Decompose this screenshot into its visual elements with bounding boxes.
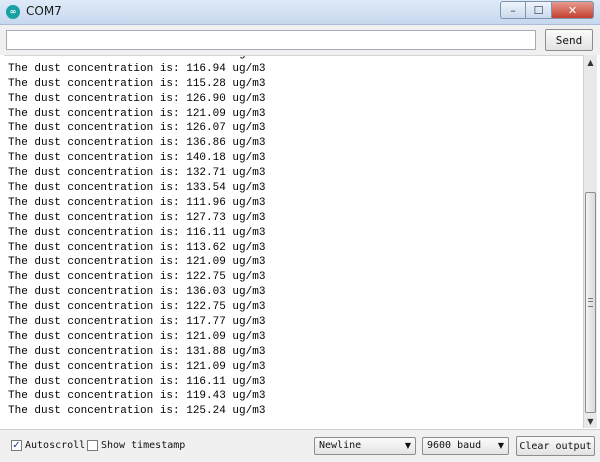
minimize-icon: – — [510, 3, 516, 17]
output-line: The dust concentration is: 126.90 ug/m3 — [8, 92, 266, 105]
minimize-button[interactable]: – — [500, 1, 526, 19]
chevron-down-icon: ▼ — [404, 441, 411, 450]
output-lines: The dust concentration is: 116.62 ug/m3T… — [8, 56, 266, 419]
baud-rate-select[interactable]: 9600 baud ▼ — [422, 437, 509, 455]
serial-input[interactable] — [6, 30, 536, 50]
output-line: The dust concentration is: 125.24 ug/m3 — [8, 405, 266, 418]
output-line: The dust concentration is: 121.09 ug/m3 — [8, 107, 266, 120]
output-line: The dust concentration is: 132.71 ug/m3 — [8, 167, 266, 180]
grip-icon — [588, 298, 593, 307]
output-line: The dust concentration is: 113.62 ug/m3 — [8, 241, 266, 254]
output-line: The dust concentration is: 117.77 ug/m3 — [8, 316, 266, 329]
output-line: The dust concentration is: 116.11 ug/m3 — [8, 375, 266, 388]
window-title: COM7 — [26, 4, 62, 18]
output-line: The dust concentration is: 140.18 ug/m3 — [8, 152, 266, 165]
output-line: The dust concentration is: 116.11 ug/m3 — [8, 226, 266, 239]
output-line: The dust concentration is: 122.75 ug/m3 — [8, 271, 266, 284]
scroll-down-icon[interactable]: ▼ — [584, 414, 597, 428]
vertical-scrollbar[interactable]: ▲ ▼ — [583, 55, 597, 428]
scrollbar-thumb[interactable] — [585, 192, 596, 413]
line-ending-select[interactable]: Newline ▼ — [314, 437, 416, 455]
maximize-icon: ☐ — [533, 3, 544, 17]
baud-rate-value: 9600 baud — [427, 440, 482, 451]
output-line: The dust concentration is: 121.09 ug/m3 — [8, 256, 266, 269]
output-line: The dust concentration is: 131.88 ug/m3 — [8, 345, 266, 358]
close-button[interactable]: ✕ — [552, 1, 594, 19]
send-bar: Send — [0, 25, 600, 55]
chevron-down-icon: ▼ — [497, 441, 504, 450]
checkmark-icon: ✓ — [12, 439, 21, 451]
serial-output[interactable]: The dust concentration is: 116.62 ug/m3T… — [4, 55, 583, 429]
output-line: The dust concentration is: 136.86 ug/m3 — [8, 137, 266, 150]
output-line: The dust concentration is: 121.09 ug/m3 — [8, 330, 266, 343]
close-icon: ✕ — [567, 3, 578, 17]
serial-monitor-window: ∞ COM7 – ☐ ✕ Send The dust concentration… — [0, 0, 600, 462]
output-line: The dust concentration is: 133.54 ug/m3 — [8, 182, 266, 195]
output-line: The dust concentration is: 126.07 ug/m3 — [8, 122, 266, 135]
autoscroll-checkbox[interactable]: ✓ — [11, 440, 22, 451]
autoscroll-label[interactable]: Autoscroll — [25, 440, 85, 452]
send-button[interactable]: Send — [545, 29, 593, 51]
line-ending-value: Newline — [319, 440, 362, 451]
window-controls: – ☐ ✕ — [500, 1, 594, 19]
title-bar[interactable]: ∞ COM7 – ☐ ✕ — [0, 0, 600, 25]
show-timestamp-label[interactable]: Show timestamp — [101, 440, 185, 452]
output-line: The dust concentration is: 127.73 ug/m3 — [8, 211, 266, 224]
output-line: The dust concentration is: 121.09 ug/m3 — [8, 360, 266, 373]
output-line: The dust concentration is: 119.43 ug/m3 — [8, 390, 266, 403]
output-line: The dust concentration is: 116.62 ug/m3 — [8, 56, 265, 62]
output-line: The dust concentration is: 136.03 ug/m3 — [8, 286, 266, 299]
output-line: The dust concentration is: 122.75 ug/m3 — [8, 301, 266, 314]
output-line: The dust concentration is: 116.94 ug/m3 — [8, 62, 266, 75]
output-line: The dust concentration is: 115.28 ug/m3 — [8, 77, 266, 90]
arduino-icon: ∞ — [6, 5, 20, 19]
maximize-button[interactable]: ☐ — [526, 1, 552, 19]
scroll-up-icon[interactable]: ▲ — [584, 55, 597, 69]
show-timestamp-checkbox[interactable] — [87, 440, 98, 451]
output-line: The dust concentration is: 111.96 ug/m3 — [8, 196, 266, 209]
clear-output-button[interactable]: Clear output — [516, 436, 595, 456]
footer-bar: ✓ Autoscroll Show timestamp Newline ▼ 96… — [0, 429, 600, 462]
